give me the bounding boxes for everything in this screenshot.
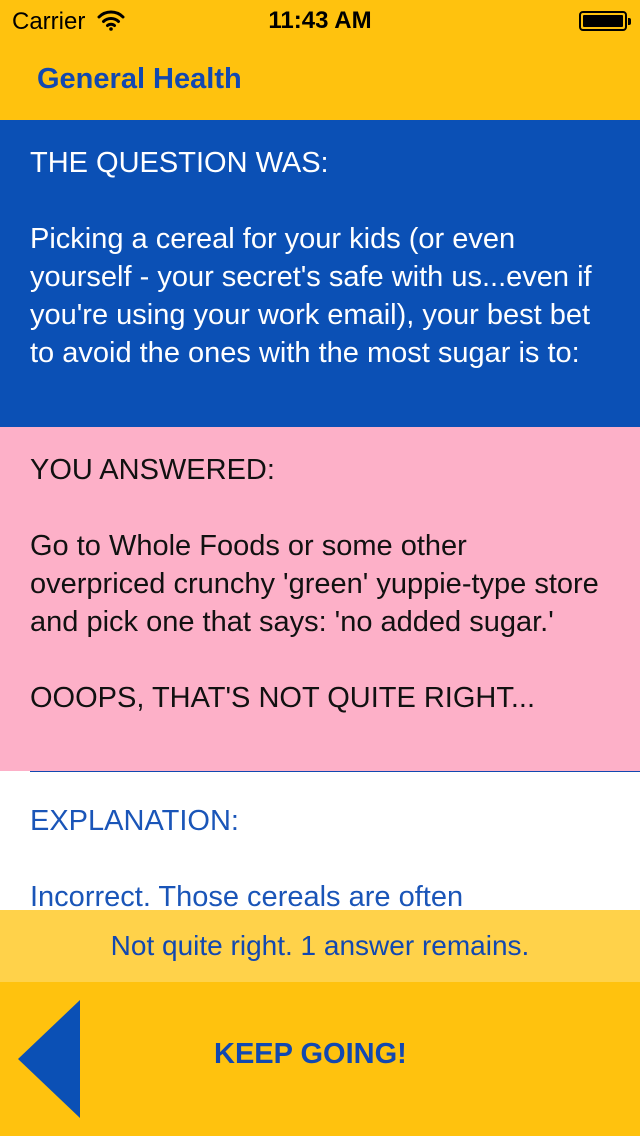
keep-going-button[interactable]: KEEP GOING! [214,1038,407,1071]
status-bar: Carrier 11:43 AM [0,0,640,40]
answer-verdict: OOOPS, THAT'S NOT QUITE RIGHT... [30,682,536,714]
bottom-bar: KEEP GOING! [0,982,640,1136]
question-heading: THE QUESTION WAS: [30,147,329,179]
top-bar: Carrier 11:43 AM General Health [0,0,640,120]
explanation-panel[interactable]: EXPLANATION: Incorrect. Those cereals ar… [0,772,640,910]
question-text: Picking a cereal for your kids (or even … [30,223,592,369]
question-panel: THE QUESTION WAS: Picking a cereal for y… [0,120,640,427]
answer-heading: YOU ANSWERED: [30,454,275,486]
screen: Carrier 11:43 AM General Health THE QUES… [0,0,640,1136]
answer-text: Go to Whole Foods or some other overpric… [30,530,599,638]
explanation-text: Incorrect. Those cereals are often [30,881,464,910]
clock: 11:43 AM [268,7,372,34]
feedback-banner: Not quite right. 1 answer remains. [0,910,640,982]
answer-panel: YOU ANSWERED: Go to Whole Foods or some … [0,427,640,771]
left-triangle-icon[interactable] [16,998,82,1120]
explanation-heading: EXPLANATION: [30,805,239,837]
page-title: General Health [37,63,242,95]
battery-icon [579,11,631,31]
